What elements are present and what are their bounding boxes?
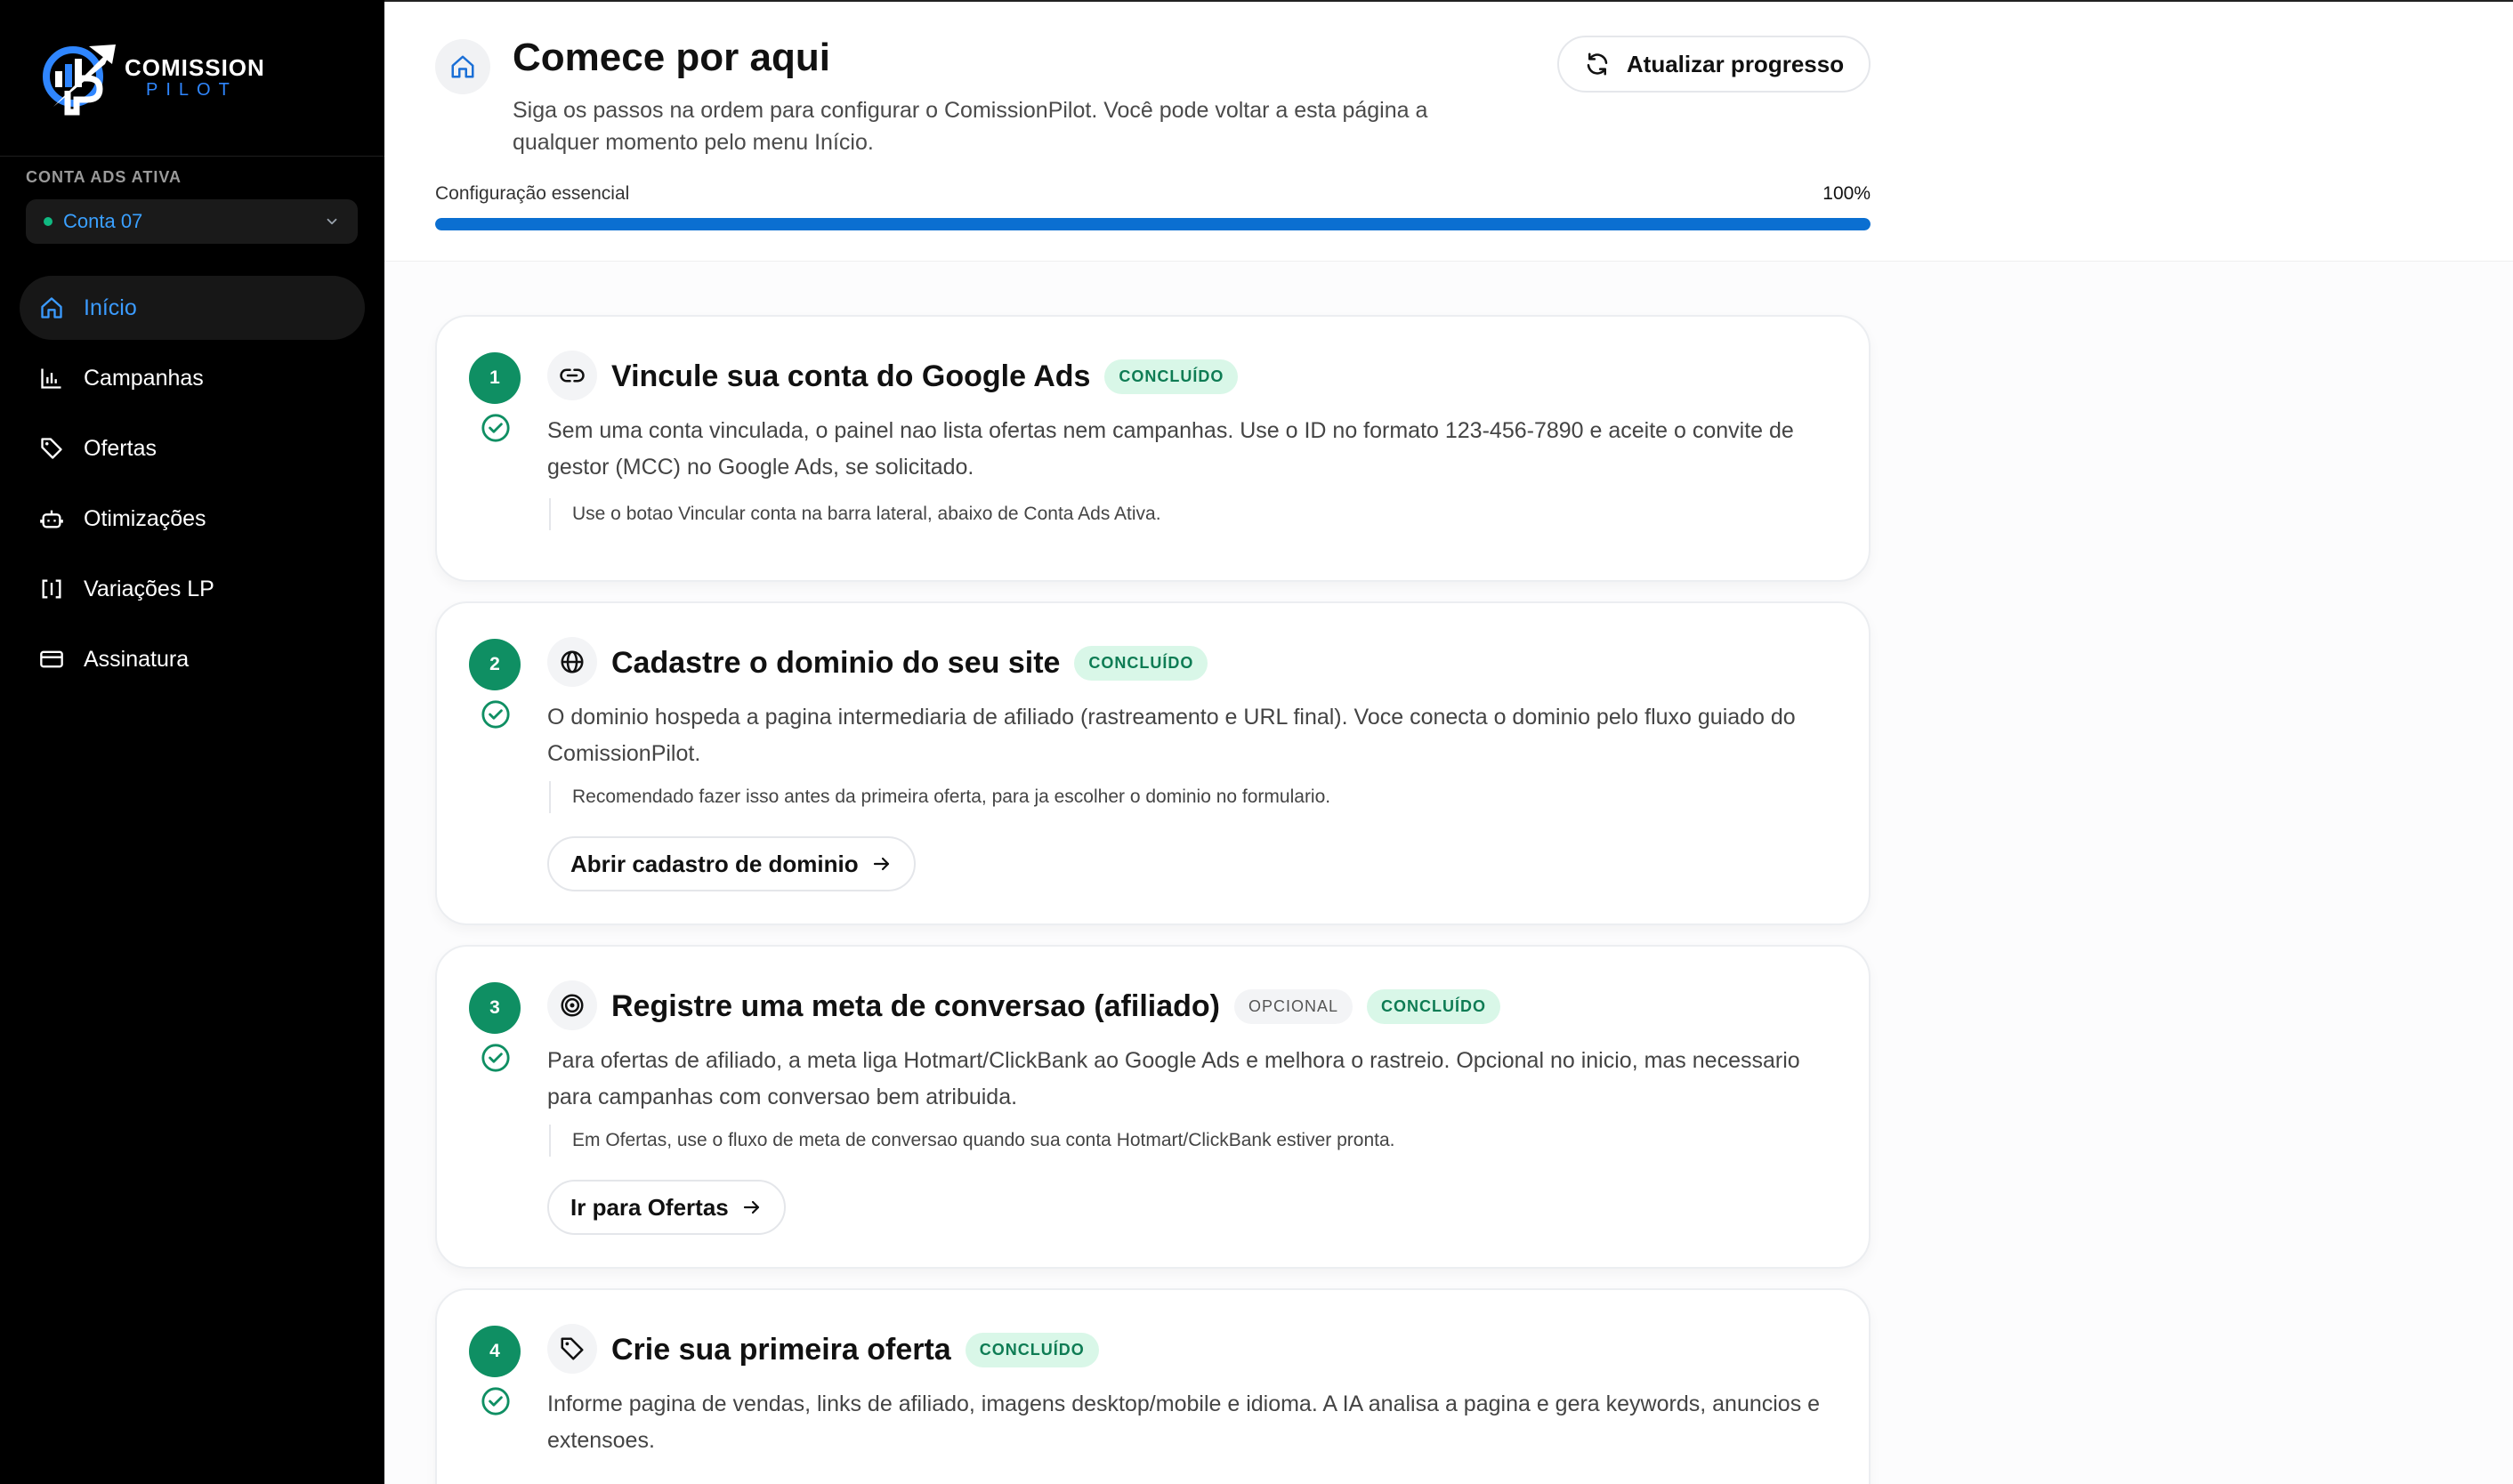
step-number: 4 [469,1326,521,1377]
step-title: Registre uma meta de conversao (afiliado… [611,988,1220,1023]
brackets-icon [42,579,61,599]
sidebar-item-inicio[interactable]: Início [20,276,365,340]
sidebar-item-label: Ofertas [84,435,157,461]
step-number: 1 [469,352,521,404]
step-description: O dominio hospeda a pagina intermediaria… [547,705,1796,766]
step-card: 3 Registre uma meta de conversao (afilia… [435,945,1871,1269]
account-selected-value: Conta 07 [63,210,143,232]
page-title: Comece por aqui [513,36,830,79]
step-title: Crie sua primeira oferta [611,1332,951,1367]
home-icon [451,55,474,78]
step-card: 4 Crie sua primeira oferta CONCLUÍDO Inf… [435,1288,1871,1484]
sidebar-item-ofertas[interactable]: Ofertas [20,416,365,480]
optional-badge: OPCIONAL [1233,988,1353,1024]
progress-percent: 100% [1822,183,1871,204]
status-badge: CONCLUÍDO [1367,988,1501,1024]
step-title: Vincule sua conta do Google Ads [611,359,1091,393]
account-status-dot [44,217,53,226]
sidebar-item-label: Variações LP [84,576,214,601]
go-to-offers-button[interactable]: Ir para Ofertas [547,1180,786,1235]
credit-card-icon [40,650,63,668]
refresh-progress-button[interactable]: Atualizar progresso [1557,36,1871,93]
target-icon [561,994,584,1017]
main-content: Comece por aqui Siga os passos na ordem … [384,0,2513,1484]
home-icon [41,297,62,319]
step-header: Cadastre o dominio do seu site CONCLUÍDO [611,641,1208,685]
logo-icon [43,44,116,116]
step-note: Recomendado fazer isso antes da primeira… [549,781,1330,813]
step-card: 2 Cadastre o dominio do seu site CONCLUÍ… [435,601,1871,925]
status-badge: CONCLUÍDO [1074,645,1208,681]
check-circle-icon [481,414,510,442]
arrow-right-icon [743,1200,759,1214]
tag-icon [41,438,62,459]
sidebar-item-campanhas[interactable]: Campanhas [20,346,365,410]
sidebar-item-assinatura[interactable]: Assinatura [20,627,365,691]
sidebar-item-variacoes-lp[interactable]: Variações LP [20,557,365,621]
step-icon [547,1324,597,1374]
step-description: Sem uma conta vinculada, o painel nao li… [547,418,1794,480]
step-note: Em Ofertas, use o fluxo de meta de conve… [549,1125,1394,1157]
button-label: Ir para Ofertas [570,1193,729,1221]
progress-label: Configuração essencial [435,183,630,204]
step-icon [547,351,597,400]
status-badge: CONCLUÍDO [965,1332,1099,1367]
step-title: Cadastre o dominio do seu site [611,645,1061,680]
bar-chart-icon [41,368,61,389]
sidebar-item-label: Início [84,294,137,320]
step-number: 3 [469,982,521,1034]
sidebar: COMISSION PILOT CONTA ADS ATIVA Conta 07… [0,0,384,1484]
account-select[interactable]: Conta 07 [26,199,358,244]
open-domain-button[interactable]: Abrir cadastro de dominio [547,836,916,891]
progress-bar [435,218,1871,230]
step-description: Para ofertas de afiliado, a meta liga Ho… [547,1048,1800,1109]
link-icon [560,368,585,383]
step-header: Registre uma meta de conversao (afiliado… [611,984,1501,1028]
button-label: Abrir cadastro de dominio [570,850,859,877]
tag-icon [561,1337,584,1360]
sidebar-divider [0,156,384,157]
page-header: Comece por aqui Siga os passos na ordem … [384,2,2513,262]
check-circle-icon [481,700,510,729]
brand-name: COMISSION [125,54,265,81]
arrow-right-icon [873,857,889,871]
sidebar-nav: Início Campanhas Ofertas Otimizações Var… [20,276,365,698]
step-icon [547,980,597,1030]
check-circle-icon [481,1387,510,1415]
step-number: 2 [469,639,521,690]
step-card: 1 Vincule sua conta do Google Ads CONCLU… [435,315,1871,582]
refresh-icon [1587,52,1608,76]
sidebar-item-label: Assinatura [84,646,190,672]
page-subtitle: Siga os passos na ordem para configurar … [513,98,1428,155]
header-home-badge [435,39,490,94]
globe-icon [561,650,584,673]
refresh-progress-label: Atualizar progresso [1626,50,1845,77]
step-header: Crie sua primeira oferta CONCLUÍDO [611,1327,1099,1372]
step-header: Vincule sua conta do Google Ads CONCLUÍD… [611,354,1239,399]
account-label: CONTA ADS ATIVA [26,168,182,186]
status-badge: CONCLUÍDO [1104,359,1239,394]
step-icon [547,637,597,687]
chevron-down-icon [327,218,337,225]
progress-bar-fill [435,218,1871,230]
step-note: Use o botao Vincular conta na barra late… [549,498,1161,530]
check-circle-icon [481,1044,510,1072]
bot-icon [40,510,63,528]
brand-subname: PILOT [146,80,238,100]
sidebar-item-label: Otimizações [84,505,206,531]
sidebar-item-label: Campanhas [84,365,204,391]
step-description: Informe pagina de vendas, links de afili… [547,1391,1821,1453]
brand-logo[interactable]: COMISSION PILOT [36,37,276,117]
sidebar-item-otimizacoes[interactable]: Otimizações [20,487,365,551]
